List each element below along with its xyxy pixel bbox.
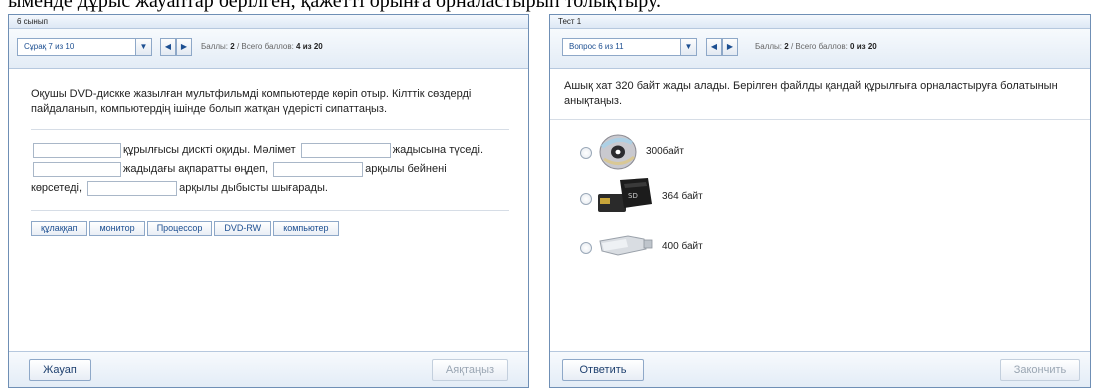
prev-question-button[interactable]: ◀ (706, 38, 722, 56)
svg-text:SD: SD (628, 192, 638, 200)
chevron-down-icon[interactable]: ▼ (135, 39, 151, 55)
chevron-down-icon[interactable]: ▼ (680, 39, 696, 55)
finish-button[interactable]: Аяқтаңыз (432, 359, 508, 381)
word-bank: құлаққап монитор Процессор DVD-RW компьютер (31, 221, 341, 236)
footer-bar: Ответить Закончить (550, 351, 1090, 387)
finish-button[interactable]: Закончить (1000, 359, 1080, 381)
radio-button[interactable] (580, 242, 592, 254)
blank-field-1[interactable] (33, 142, 121, 158)
fill-text-2: жадысына түседі. (392, 144, 484, 156)
divider (31, 210, 509, 211)
window-title: Тест 1 (550, 15, 1090, 29)
cd-disc-icon (598, 133, 638, 174)
question-text: Ашық хат 320 байт жады алады. Берілген ф… (564, 80, 1058, 107)
blank-field-4[interactable] (273, 161, 364, 177)
blank-field-2[interactable] (300, 142, 391, 158)
question-toolbar: Вопрос 6 из 11 ▼ ◀ ▶ Баллы: 2 / Всего ба… (550, 29, 1090, 69)
question-selector[interactable]: Вопрос 6 из 11 ▼ (562, 38, 697, 56)
sd-card-icon: SD (598, 176, 654, 223)
word-chip[interactable]: монитор (89, 221, 145, 236)
fill-in-area: құрылғысы дискті оқиды. Мәлімет жадысына… (31, 141, 511, 198)
window-title: 6 сынып (9, 15, 528, 29)
score-display: Баллы: 2 / Всего баллов: 0 из 20 (755, 42, 877, 51)
next-question-button[interactable]: ▶ (176, 38, 192, 56)
fill-text-5: көрсетеді, (31, 182, 83, 194)
answer-button[interactable]: Ответить (562, 359, 644, 381)
footer-bar: Жауап Аяқтаңыз (9, 351, 528, 387)
word-chip[interactable]: Процессор (146, 221, 213, 236)
question-selector[interactable]: Сұрақ 7 из 10 ▼ (17, 38, 152, 56)
blank-field-5[interactable] (87, 180, 178, 196)
score-display: Баллы: 2 / Всего баллов: 4 из 20 (201, 42, 323, 51)
word-chip[interactable]: компьютер (273, 221, 339, 236)
blank-field-3[interactable] (33, 161, 121, 177)
next-question-button[interactable]: ▶ (722, 38, 738, 56)
fill-text-1: құрылғысы дискті оқиды. Мәлімет (123, 144, 296, 156)
question-text: Оқушы DVD-дискке жазылған мультфильмді к… (31, 88, 472, 115)
usb-flash-icon (598, 233, 654, 260)
option-label: 300байт (646, 146, 684, 157)
question-selector-label: Вопрос 6 из 11 (569, 42, 624, 51)
fill-text-6: арқылы дыбысты шығарады. (179, 182, 328, 194)
divider (550, 119, 1090, 120)
prev-question-button[interactable]: ◀ (160, 38, 176, 56)
answer-button[interactable]: Жауап (29, 359, 91, 381)
word-chip[interactable]: DVD-RW (214, 221, 272, 236)
fill-text-4: арқылы бейнені (365, 163, 447, 175)
fill-text-3: жадыдағы ақпаратты өңдеп, (123, 163, 269, 175)
radio-button[interactable] (580, 193, 592, 205)
word-chip[interactable]: құлаққап (31, 221, 88, 236)
question-toolbar: Сұрақ 7 из 10 ▼ ◀ ▶ Баллы: 2 / Всего бал… (9, 29, 528, 69)
radio-button[interactable] (580, 147, 592, 159)
question-selector-label: Сұрақ 7 из 10 (24, 42, 75, 51)
option-label: 400 байт (662, 241, 703, 252)
left-test-window: 6 сынып Сұрақ 7 из 10 ▼ ◀ ▶ Баллы: 2 / В… (8, 14, 529, 388)
right-test-window: Тест 1 Вопрос 6 из 11 ▼ ◀ ▶ Баллы: 2 / В… (549, 14, 1091, 388)
option-label: 364 байт (662, 191, 703, 202)
divider (31, 129, 509, 130)
document-caption: ыменде дұрыс жауаптар берілген, қажетті … (8, 0, 662, 12)
